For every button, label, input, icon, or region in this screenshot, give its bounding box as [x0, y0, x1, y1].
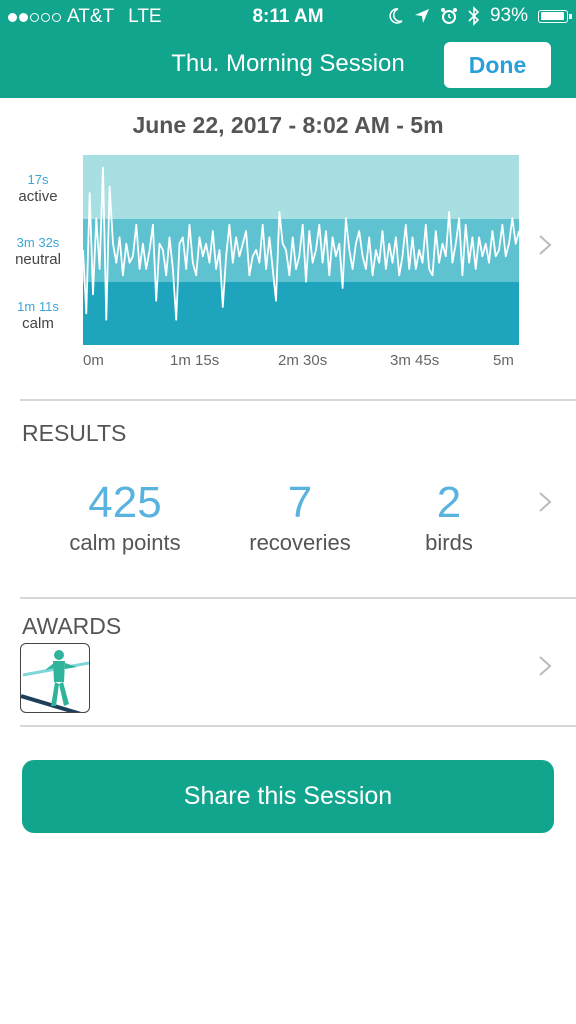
stat-value: 425: [88, 478, 162, 527]
divider: [20, 725, 576, 727]
band-duration-calm: 1m 11s: [17, 299, 59, 314]
stat-birds[interactable]: 2 birds: [389, 478, 509, 556]
band-name-neutral: neutral: [15, 251, 61, 268]
results-chevron-right-icon[interactable]: [538, 491, 552, 513]
stat-calm-points[interactable]: 425 calm points: [55, 478, 195, 556]
session-line-series: [83, 166, 519, 321]
band-name-active: active: [18, 188, 58, 205]
done-button[interactable]: Done: [444, 42, 551, 88]
status-bar: AT&T LTE 8:11 AM 93%: [0, 0, 576, 32]
stat-label: calm points: [69, 530, 181, 555]
x-tick-2: 2m 30s: [278, 352, 328, 369]
divider: [20, 399, 576, 401]
stat-value: 2: [436, 478, 462, 527]
chart-chevron-right-icon[interactable]: [538, 234, 552, 256]
alarm-clock-icon: [440, 8, 457, 24]
band-duration-neutral: 3m 32s: [16, 235, 60, 250]
stat-label: recoveries: [249, 530, 351, 555]
band-label-calm: 1m 11s calm: [0, 298, 76, 332]
x-tick-3: 3m 45s: [390, 352, 440, 369]
status-right: 93%: [388, 5, 572, 27]
results-title: RESULTS: [22, 420, 127, 446]
band-label-neutral: 3m 32s neutral: [0, 234, 76, 268]
session-date: June 22, 2017 - 8:02 AM - 5m: [132, 112, 444, 138]
band-label-active: 17s active: [0, 171, 76, 205]
stat-label: birds: [425, 530, 473, 555]
awards-title: AWARDS: [22, 613, 122, 639]
stat-value: 7: [287, 478, 313, 527]
divider: [20, 597, 576, 599]
awards-chevron-right-icon[interactable]: [538, 655, 552, 677]
bluetooth-icon: [468, 6, 480, 26]
x-tick-1: 1m 15s: [170, 352, 220, 369]
band-duration-active: 17s: [27, 172, 49, 187]
band-name-calm: calm: [22, 315, 54, 332]
battery-icon: [538, 9, 572, 23]
x-tick-4: 5m: [493, 352, 514, 369]
battery-percent: 93%: [489, 5, 528, 26]
share-session-button[interactable]: Share this Session: [22, 760, 554, 833]
tightrope-walker-icon[interactable]: [20, 643, 90, 713]
location-arrow-icon: [414, 9, 429, 23]
moon-icon: [389, 8, 403, 24]
stat-recoveries[interactable]: 7 recoveries: [230, 478, 370, 556]
x-tick-0: 0m: [83, 352, 104, 369]
session-title: Thu. Morning Session: [171, 50, 405, 77]
app-header: AT&T LTE 8:11 AM 93% Thu. Morning Sessio…: [0, 0, 576, 98]
session-chart[interactable]: [83, 155, 519, 345]
